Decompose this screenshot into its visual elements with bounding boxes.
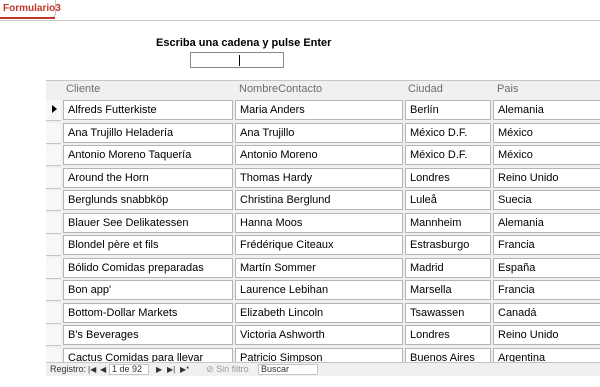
document-tab-strip: Formulario3 xyxy=(0,0,600,21)
cell-nombrecontacto[interactable]: Thomas Hardy xyxy=(235,168,403,188)
column-header-ciudad[interactable]: Ciudad xyxy=(408,80,443,98)
table-row: B's Beverages Victoria Ashworth Londres Rei… xyxy=(61,325,600,347)
record-selector[interactable] xyxy=(46,145,61,166)
cell-nombrecontacto[interactable]: Ana Trujillo xyxy=(235,123,403,143)
table-row: Blauer See Delikatessen Hanna Moos Mannhei… xyxy=(61,213,600,235)
record-selector[interactable] xyxy=(46,190,61,211)
cell-pais[interactable]: Alemania xyxy=(493,100,600,120)
cell-cliente[interactable]: Bon app' xyxy=(63,280,233,300)
table-row: Berglunds snabbköp Christina Berglund Lule… xyxy=(61,190,600,212)
cell-pais[interactable]: Suecia xyxy=(493,190,600,210)
cell-ciudad[interactable]: Berlín xyxy=(405,100,491,120)
table-row: Blondel père et fils Frédérique Citeaux Es… xyxy=(61,235,600,257)
cell-cliente[interactable]: B's Beverages xyxy=(63,325,233,345)
cell-pais[interactable]: México xyxy=(493,145,600,165)
cell-ciudad[interactable]: Marsella xyxy=(405,280,491,300)
text-cursor xyxy=(239,55,240,66)
cell-ciudad[interactable]: Estrasburgo xyxy=(405,235,491,255)
record-selector[interactable] xyxy=(46,325,61,346)
cell-cliente[interactable]: Alfreds Futterkiste xyxy=(63,100,233,120)
table-row: Bólido Comidas preparadas Martín Sommer Ma… xyxy=(61,258,600,280)
cell-ciudad[interactable]: México D.F. xyxy=(405,123,491,143)
search-prompt-label: Escriba una cadena y pulse Enter xyxy=(156,37,332,49)
cell-pais[interactable]: Francia xyxy=(493,235,600,255)
column-header-nombrecontacto[interactable]: NombreContacto xyxy=(239,80,322,98)
no-filter-indicator[interactable]: ⊘ Sin filtro xyxy=(206,363,249,376)
record-navigation-bar: Registro: |◀ ◀ 1 de 92 ▶ ▶| ▶* ⊘ Sin fil… xyxy=(46,362,600,377)
cell-nombrecontacto[interactable]: Christina Berglund xyxy=(235,190,403,210)
cell-pais[interactable]: Francia xyxy=(493,280,600,300)
last-record-icon[interactable]: ▶| xyxy=(167,363,175,376)
record-selector[interactable] xyxy=(46,258,61,279)
previous-record-icon[interactable]: ◀ xyxy=(100,363,106,376)
cell-nombrecontacto[interactable]: Frédérique Citeaux xyxy=(235,235,403,255)
table-row: Bon app' Laurence Lebihan Marsella Francia xyxy=(61,280,600,302)
grid-search-box[interactable]: Buscar xyxy=(258,364,318,375)
column-header-cliente[interactable]: Cliente xyxy=(66,80,100,98)
record-selector[interactable] xyxy=(46,168,61,189)
cell-cliente[interactable]: Ana Trujillo Heladería xyxy=(63,123,233,143)
cell-nombrecontacto[interactable]: Laurence Lebihan xyxy=(235,280,403,300)
cell-pais[interactable]: Reino Unido xyxy=(493,168,600,188)
record-selector[interactable] xyxy=(46,303,61,324)
next-record-icon[interactable]: ▶ xyxy=(156,363,162,376)
record-label: Registro: xyxy=(50,364,87,374)
table-row: Around the Horn Thomas Hardy Londres Reino … xyxy=(61,168,600,190)
cell-pais[interactable]: España xyxy=(493,258,600,278)
cell-cliente[interactable]: Berglunds snabbköp xyxy=(63,190,233,210)
column-header-pais[interactable]: Pais xyxy=(497,80,518,98)
tab-formulario3[interactable]: Formulario3 xyxy=(0,0,61,19)
table-row: Bottom-Dollar Markets Elizabeth Lincoln Ts… xyxy=(61,303,600,325)
first-record-icon[interactable]: |◀ xyxy=(88,363,96,376)
cell-ciudad[interactable]: Mannheim xyxy=(405,213,491,233)
record-pager-input[interactable]: 1 de 92 xyxy=(109,364,149,375)
table-row: Alfreds Futterkiste Maria Anders Berlín Ale… xyxy=(61,100,600,122)
record-selector[interactable] xyxy=(46,280,61,301)
cell-cliente[interactable]: Blondel père et fils xyxy=(63,235,233,255)
record-selector[interactable] xyxy=(46,235,61,256)
filter-label: Sin filtro xyxy=(216,364,249,374)
cell-nombrecontacto[interactable]: Elizabeth Lincoln xyxy=(235,303,403,323)
cell-ciudad[interactable]: México D.F. xyxy=(405,145,491,165)
record-selector[interactable] xyxy=(46,123,61,144)
cell-cliente[interactable]: Blauer See Delikatessen xyxy=(63,213,233,233)
cell-nombrecontacto[interactable]: Antonio Moreno xyxy=(235,145,403,165)
cell-nombrecontacto[interactable]: Hanna Moos xyxy=(235,213,403,233)
table-row: Ana Trujillo Heladería Ana Trujillo México… xyxy=(61,123,600,145)
cell-nombrecontacto[interactable]: Maria Anders xyxy=(235,100,403,120)
cell-pais[interactable]: México xyxy=(493,123,600,143)
cell-pais[interactable]: Canadá xyxy=(493,303,600,323)
new-record-icon[interactable]: ▶* xyxy=(180,363,189,376)
cell-cliente[interactable]: Antonio Moreno Taquería xyxy=(63,145,233,165)
cell-nombrecontacto[interactable]: Victoria Ashworth xyxy=(235,325,403,345)
status-strip xyxy=(0,376,600,387)
record-selector[interactable] xyxy=(46,100,61,121)
search-input[interactable] xyxy=(190,52,284,68)
cell-cliente[interactable]: Bottom-Dollar Markets xyxy=(63,303,233,323)
cell-cliente[interactable]: Bólido Comidas preparadas xyxy=(63,258,233,278)
cell-ciudad[interactable]: Luleå xyxy=(405,190,491,210)
cell-ciudad[interactable]: Tsawassen xyxy=(405,303,491,323)
cell-pais[interactable]: Alemania xyxy=(493,213,600,233)
cell-ciudad[interactable]: Madrid xyxy=(405,258,491,278)
record-selector[interactable] xyxy=(46,213,61,234)
cell-pais[interactable]: Reino Unido xyxy=(493,325,600,345)
filter-icon: ⊘ xyxy=(206,364,214,374)
cell-ciudad[interactable]: Londres xyxy=(405,325,491,345)
cell-nombrecontacto[interactable]: Martín Sommer xyxy=(235,258,403,278)
cell-cliente[interactable]: Around the Horn xyxy=(63,168,233,188)
table-row: Antonio Moreno Taquería Antonio Moreno Méx… xyxy=(61,145,600,167)
cell-ciudad[interactable]: Londres xyxy=(405,168,491,188)
